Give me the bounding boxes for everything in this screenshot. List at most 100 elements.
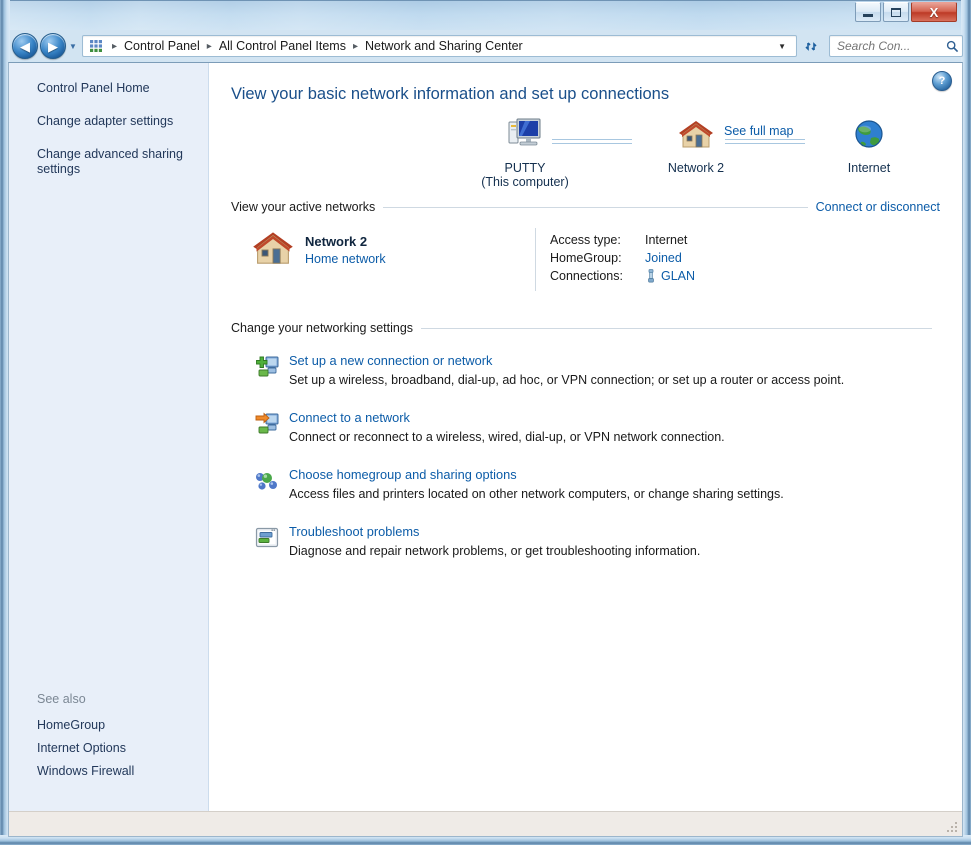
refresh-button[interactable] — [800, 35, 824, 57]
map-node-label: PUTTY — [504, 161, 546, 175]
active-network-details: Access type: Internet HomeGroup: Joined … — [535, 228, 695, 291]
detail-value-connections-link[interactable]: GLAN — [661, 269, 695, 283]
globe-icon — [855, 120, 883, 148]
map-node-this-computer[interactable]: PUTTY (This computer) — [465, 116, 585, 189]
sidebar-item-control-panel-home[interactable]: Control Panel Home — [9, 81, 208, 96]
detail-value-access-type: Internet — [645, 233, 688, 247]
map-link-computer-to-network — [552, 139, 632, 145]
content-row: Control Panel Home Change adapter settin… — [9, 63, 962, 811]
troubleshoot-icon — [255, 524, 289, 559]
active-networks-header: View your active networks Connect or dis… — [231, 194, 940, 214]
breadcrumb-separator: ▸ — [112, 40, 118, 52]
help-icon: ? — [938, 75, 946, 87]
refresh-icon — [804, 41, 817, 51]
networking-settings-header: Change your networking settings — [231, 315, 940, 335]
action-description: Connect or reconnect to a wireless, wire… — [289, 430, 725, 444]
action-choose-homegroup[interactable]: Choose homegroup and sharing options Acc… — [255, 467, 962, 502]
action-text: Troubleshoot problems Diagnose and repai… — [289, 524, 962, 559]
networking-settings-heading: Change your networking settings — [231, 321, 414, 335]
breadcrumb-all-control-panel-items[interactable]: All Control Panel Items — [216, 39, 349, 53]
maximize-icon — [891, 7, 901, 17]
title-bar[interactable] — [0, 0, 971, 30]
breadcrumb-separator: ▸ — [206, 40, 212, 52]
action-text: Connect to a network Connect or reconnec… — [289, 410, 962, 445]
close-button[interactable]: X — [911, 2, 957, 22]
back-arrow-icon: ◀ — [20, 38, 30, 54]
sidebar-item-change-advanced-sharing-settings[interactable]: Change advanced sharing settings — [9, 147, 208, 177]
sidebar-item-windows-firewall[interactable]: Windows Firewall — [9, 764, 209, 779]
detail-row-access-type: Access type: Internet — [550, 233, 695, 247]
help-button[interactable]: ? — [932, 71, 952, 91]
client-area: Control Panel Home Change adapter settin… — [8, 62, 963, 837]
recent-pages-dropdown[interactable]: ▼ — [66, 42, 80, 51]
homegroup-icon — [255, 467, 289, 502]
network-cable-icon — [645, 269, 657, 283]
action-description: Access files and printers located on oth… — [289, 487, 784, 501]
see-also-label: See also — [37, 692, 86, 706]
main-pane: ? View your basic network information an… — [209, 63, 962, 811]
chevron-down-icon[interactable]: ▼ — [768, 42, 796, 51]
search-box[interactable] — [829, 35, 963, 57]
action-title-choose-homegroup[interactable]: Choose homegroup and sharing options — [289, 467, 942, 482]
connect-or-disconnect-link[interactable]: Connect or disconnect — [816, 200, 940, 214]
map-link-network-to-internet — [725, 139, 805, 145]
active-network-entry: Network 2 Home network Access type: Inte… — [249, 228, 962, 291]
breadcrumb-control-panel[interactable]: Control Panel — [121, 39, 203, 53]
house-icon — [679, 121, 713, 148]
action-connect-to-network[interactable]: Connect to a network Connect or reconnec… — [255, 410, 962, 445]
see-full-map-link[interactable]: See full map — [724, 124, 793, 138]
window-controls: X — [855, 2, 959, 22]
back-button[interactable]: ◀ — [12, 33, 38, 59]
search-input[interactable] — [830, 39, 942, 53]
control-panel-icon — [88, 38, 104, 54]
action-text: Set up a new connection or network Set u… — [289, 353, 962, 388]
action-description: Diagnose and repair network problems, or… — [289, 544, 701, 558]
detail-label: Connections: — [550, 269, 623, 283]
see-also-section: See also HomeGroup Internet Options Wind… — [9, 692, 209, 787]
breadcrumb-separator: ▸ — [352, 40, 358, 52]
sidebar: Control Panel Home Change adapter settin… — [9, 63, 209, 811]
maximize-button[interactable] — [883, 2, 909, 22]
header-divider — [421, 327, 932, 329]
forward-arrow-icon: ▶ — [48, 38, 58, 54]
detail-row-connections: Connections: GLAN — [550, 269, 695, 283]
detail-row-homegroup: HomeGroup: Joined — [550, 251, 695, 265]
computer-icon — [508, 118, 541, 146]
sidebar-item-change-adapter-settings[interactable]: Change adapter settings — [9, 114, 208, 129]
action-title-set-up-new-connection[interactable]: Set up a new connection or network — [289, 353, 942, 368]
active-network-type-link[interactable]: Home network — [305, 252, 535, 266]
status-bar — [9, 811, 962, 836]
settings-action-list: Set up a new connection or network Set u… — [209, 353, 962, 559]
active-networks-heading: View your active networks — [231, 200, 376, 214]
detail-label: HomeGroup: — [550, 251, 622, 265]
network-map: PUTTY (This computer) Network 2 Internet… — [209, 116, 962, 194]
minimize-button[interactable] — [855, 2, 881, 22]
connect-network-icon — [255, 410, 289, 445]
active-network-name: Network 2 — [305, 234, 368, 249]
map-node-label: Internet — [847, 161, 891, 175]
new-connection-icon — [255, 353, 289, 388]
detail-label: Access type: — [550, 233, 621, 247]
search-icon[interactable] — [942, 40, 962, 53]
page-title: View your basic network information and … — [231, 85, 670, 103]
action-title-connect-to-network[interactable]: Connect to a network — [289, 410, 942, 425]
action-description: Set up a wireless, broadband, dial-up, a… — [289, 373, 845, 387]
minimize-icon — [863, 14, 873, 17]
navigation-bar: ◀ ▶ ▼ ▸ Control Panel ▸ All Control Pane… — [8, 32, 963, 60]
detail-value-homegroup-link[interactable]: Joined — [645, 251, 682, 265]
map-node-label: Network 2 — [667, 161, 725, 175]
window-frame: X ◀ ▶ ▼ ▸ Control Panel ▸ All Control Pa… — [0, 0, 971, 845]
forward-button[interactable]: ▶ — [40, 33, 66, 59]
resize-grip[interactable] — [947, 822, 959, 834]
sidebar-item-homegroup[interactable]: HomeGroup — [9, 718, 209, 733]
action-text: Choose homegroup and sharing options Acc… — [289, 467, 962, 502]
action-set-up-new-connection[interactable]: Set up a new connection or network Set u… — [255, 353, 962, 388]
sidebar-item-internet-options[interactable]: Internet Options — [9, 741, 209, 756]
action-title-troubleshoot-problems[interactable]: Troubleshoot problems — [289, 524, 942, 539]
close-icon: X — [929, 4, 939, 20]
map-node-internet[interactable]: Internet — [809, 116, 929, 175]
action-troubleshoot-problems[interactable]: Troubleshoot problems Diagnose and repai… — [255, 524, 962, 559]
address-bar[interactable]: ▸ Control Panel ▸ All Control Panel Item… — [82, 35, 797, 57]
breadcrumb-network-and-sharing-center[interactable]: Network and Sharing Center — [362, 39, 526, 53]
header-divider — [383, 206, 808, 208]
